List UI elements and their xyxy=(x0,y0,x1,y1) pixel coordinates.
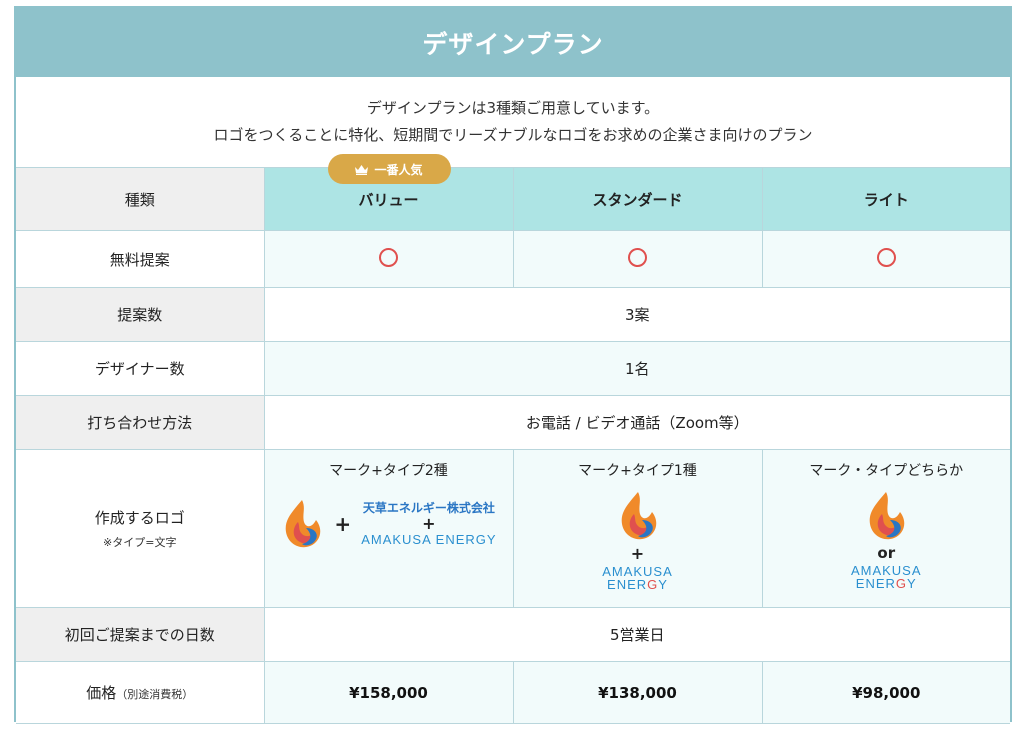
logo-note: ※タイプ=文字 xyxy=(103,536,177,549)
brand-english-line2: ENERGY xyxy=(607,577,668,592)
plan-comparison-table: 種類 一番人気 バリュー スタンダード ライト 無料提案 提案数 3案 デザイナ… xyxy=(16,154,1010,724)
logo-title-value: マーク+タイプ2種 xyxy=(329,463,448,479)
table-row-type: 種類 一番人気 バリュー スタンダード ライト xyxy=(16,154,1010,231)
row-label-proposals: 提案数 xyxy=(16,287,265,342)
designers-value: 1名 xyxy=(263,341,1010,396)
column-head-lite: ライト xyxy=(761,167,1010,231)
or-word: or xyxy=(877,544,896,562)
flame-logo-icon xyxy=(621,492,656,540)
table-row-price: 価格（別途消費税） ¥158,000 ¥138,000 ¥98,000 xyxy=(16,661,1010,724)
row-label-free-proposal: 無料提案 xyxy=(16,230,265,288)
logo-standard: マーク+タイプ1種 + AMAKUSA ENERGY xyxy=(512,449,763,608)
row-label-logo: 作成するロゴ ※タイプ=文字 xyxy=(16,449,265,608)
price-label: 価格 xyxy=(86,684,117,702)
column-label-standard: スタンダード xyxy=(592,190,683,209)
logo-title-standard: マーク+タイプ1種 xyxy=(578,463,697,479)
price-standard: ¥138,000 xyxy=(512,661,763,724)
intro-text: デザインプランは3種類ご用意しています。 ロゴをつくることに特化、短期間でリーズ… xyxy=(16,77,1010,167)
logo-value: マーク+タイプ2種 + 天草エネルギー株式会社 + AMAKUSA ENERGY xyxy=(263,449,514,608)
plus-sign: + xyxy=(334,512,352,536)
page-title: デザインプラン xyxy=(16,8,1010,77)
free-proposal-value xyxy=(263,230,514,288)
table-row-days: 初回ご提案までの日数 5営業日 xyxy=(16,607,1010,662)
table-row-designers: デザイナー数 1名 xyxy=(16,341,1010,396)
price-tax-note: （別途消費税） xyxy=(116,688,194,701)
circle-check-icon xyxy=(628,247,647,267)
column-label-lite: ライト xyxy=(863,190,909,209)
row-label-days: 初回ご提案までの日数 xyxy=(16,607,265,662)
circle-check-icon xyxy=(379,247,398,267)
table-row-proposals: 提案数 3案 xyxy=(16,287,1010,342)
row-label-price: 価格（別途消費税） xyxy=(16,661,265,724)
meeting-value: お電話 / ビデオ通話（Zoom等） xyxy=(263,395,1010,450)
table-row-logo: 作成するロゴ ※タイプ=文字 マーク+タイプ2種 + 天草エネルギー株式会社 +… xyxy=(16,449,1010,608)
table-row-free-proposal: 無料提案 xyxy=(16,230,1010,288)
days-value: 5営業日 xyxy=(263,607,1010,662)
price-lite: ¥98,000 xyxy=(761,661,1010,724)
intro-line-1: デザインプランは3種類ご用意しています。 xyxy=(366,99,660,117)
free-proposal-lite xyxy=(761,230,1010,288)
column-label-value: バリュー xyxy=(358,190,419,209)
flame-logo-icon xyxy=(286,500,321,548)
row-label-designers: デザイナー数 xyxy=(16,341,265,396)
intro-line-2: ロゴをつくることに特化、短期間でリーズナブルなロゴをお求めの企業さま向けのプラン xyxy=(213,126,813,144)
popular-badge-label: 一番人気 xyxy=(374,162,423,177)
plus-sign: + xyxy=(630,544,645,563)
design-plan-table-panel: デザインプラン デザインプランは3種類ご用意しています。 ロゴをつくることに特化… xyxy=(14,6,1012,724)
row-label-type: 種類 xyxy=(16,167,265,231)
table-row-meeting: 打ち合わせ方法 お電話 / ビデオ通話（Zoom等） xyxy=(16,395,1010,450)
brand-english: AMAKUSA ENERGY xyxy=(361,532,497,547)
row-label-meeting: 打ち合わせ方法 xyxy=(16,395,265,450)
flame-logo-icon xyxy=(869,492,905,540)
brand-english-line2: ENERGY xyxy=(855,576,917,591)
column-head-value: 一番人気 バリュー xyxy=(263,154,514,231)
logo-title-lite: マーク・タイプどちらか xyxy=(809,463,964,479)
logo-label: 作成するロゴ xyxy=(94,509,185,527)
column-head-standard: スタンダード xyxy=(512,167,763,231)
logo-lite: マーク・タイプどちらか or AMAKUSA ENERGY xyxy=(761,449,1010,608)
plus-sign: + xyxy=(422,514,436,533)
proposals-value: 3案 xyxy=(263,287,1010,342)
circle-check-icon xyxy=(876,247,896,267)
crown-icon xyxy=(355,164,369,175)
popular-badge: 一番人気 xyxy=(327,154,451,184)
free-proposal-standard xyxy=(512,230,763,288)
price-value: ¥158,000 xyxy=(263,661,514,724)
